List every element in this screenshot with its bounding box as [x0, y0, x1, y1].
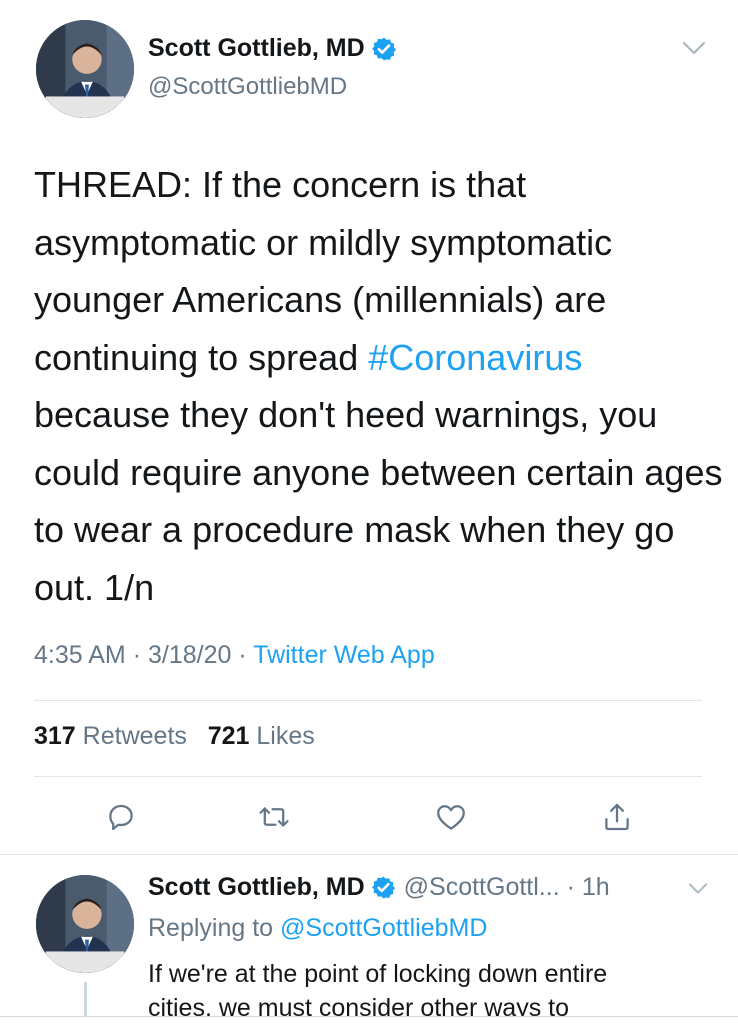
chevron-down-icon[interactable] [682, 40, 706, 56]
retweets-label: Retweets [82, 722, 187, 750]
retweet-button[interactable] [254, 797, 294, 837]
retweet-icon [259, 807, 289, 827]
avatar-image [36, 875, 134, 973]
like-button[interactable] [431, 797, 471, 837]
tweet-age: 1h [581, 873, 610, 901]
tweet-text: THREAD: If the concern is that asymptoma… [34, 156, 724, 616]
share-icon [605, 803, 629, 831]
replying-to: Replying to @ScottGottliebMD [148, 914, 487, 943]
display-name[interactable]: Scott Gottlieb, MD [148, 873, 365, 902]
tweet-date: 3/18/20 [147, 641, 232, 669]
handle[interactable]: @ScottGottliebMD [148, 73, 347, 101]
like-icon [437, 805, 465, 830]
avatar-image [36, 20, 134, 118]
verified-icon [371, 37, 396, 60]
likes-count: 721 [207, 722, 250, 750]
bottom-bar [0, 1016, 738, 1024]
tweet-source-link[interactable]: Twitter Web App [253, 641, 435, 669]
avatar[interactable] [36, 875, 134, 973]
replying-prefix: Replying to [148, 914, 274, 942]
author-name-row[interactable]: Scott Gottlieb, MD @ScottGottl... · 1h [148, 873, 610, 902]
verified-icon [371, 876, 395, 899]
reply-icon [109, 804, 133, 831]
share-button[interactable] [597, 797, 637, 837]
hashtag-link[interactable]: #Coronavirus [368, 337, 582, 378]
divider [34, 776, 702, 777]
engagement-stats: 317 Retweets 721 Likes [34, 722, 315, 751]
chevron-down-icon[interactable] [688, 882, 708, 895]
author-name-row[interactable]: Scott Gottlieb, MD [148, 34, 397, 63]
tweet-text: If we're at the point of locking down en… [148, 957, 718, 1024]
likes-stat[interactable]: 721 Likes [208, 722, 315, 750]
tweet-text-part: because they don't heed warnings, you co… [34, 394, 723, 608]
tweet-metadata: 4:35 AM · 3/18/20 · Twitter Web App [34, 641, 435, 670]
main-tweet: Scott Gottlieb, MD @ScottGottliebMD THRE… [0, 0, 738, 855]
separator-dot: · [238, 641, 254, 669]
handle[interactable]: @ScottGottl... [404, 873, 560, 902]
avatar[interactable] [36, 20, 134, 118]
reply-button[interactable] [101, 797, 141, 837]
likes-label: Likes [256, 722, 315, 750]
separator-dot: · [559, 873, 582, 901]
tweet-time: 4:35 AM [34, 641, 126, 669]
separator-dot: · [132, 641, 148, 669]
reply-tweet[interactable]: Scott Gottlieb, MD @ScottGottl... · 1h R… [0, 855, 738, 1024]
tweet-text-line: If we're at the point of locking down en… [148, 960, 608, 988]
display-name[interactable]: Scott Gottlieb, MD [148, 34, 365, 63]
divider [34, 700, 702, 701]
retweets-stat[interactable]: 317 Retweets [34, 722, 187, 750]
mention-link[interactable]: @ScottGottliebMD [280, 914, 487, 942]
retweets-count: 317 [34, 722, 76, 750]
